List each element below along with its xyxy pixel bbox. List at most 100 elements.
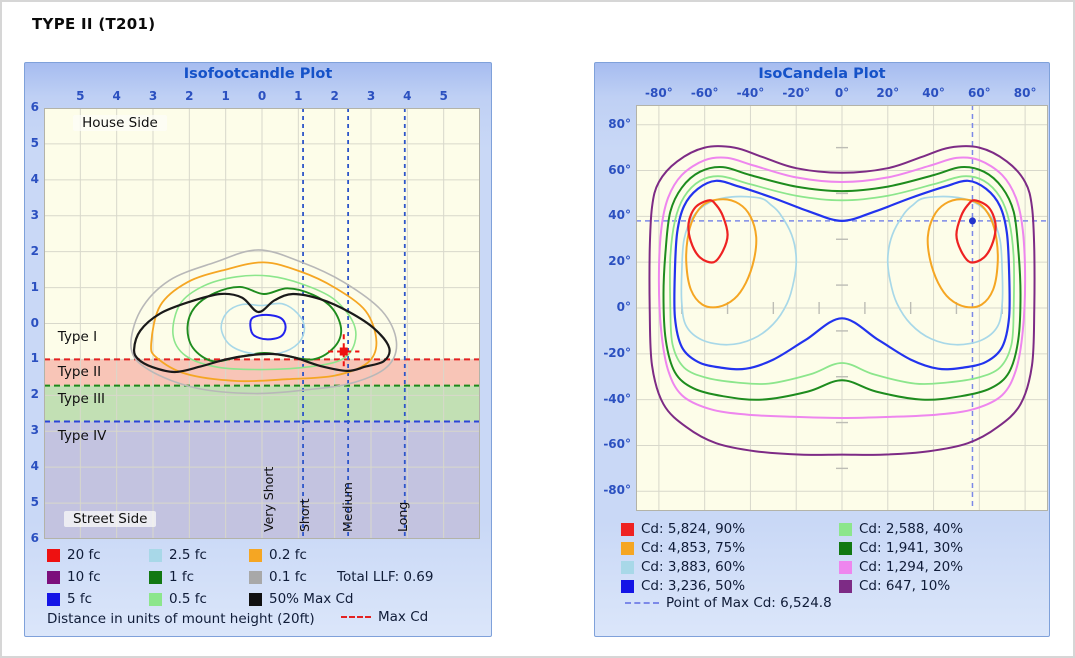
legend-item: 0.2 fc: [249, 547, 307, 563]
legend-swatch: [621, 561, 634, 574]
legend-label: Cd: 1,941, 30%: [859, 540, 963, 556]
y-axis-tick-label: 3: [27, 423, 39, 437]
legend-swatch: [621, 523, 634, 536]
legend-caption: Distance in units of mount height (20ft): [47, 611, 315, 627]
y-axis-tick-label: 2: [27, 387, 39, 401]
x-axis-tick-label: 4: [387, 89, 427, 103]
x-axis-tick-label: 80°: [1005, 86, 1045, 100]
side-label: Street Side: [64, 511, 157, 527]
y-axis-tick-label: 6: [27, 100, 39, 114]
legend-item: 20 fc: [47, 547, 101, 563]
y-axis-tick-label: 40°: [597, 208, 631, 222]
x-axis-tick-label: 1: [206, 89, 246, 103]
point-of-max-cd-dot: [969, 217, 976, 224]
y-axis-tick-label: 1: [27, 351, 39, 365]
legend-item: Cd: 3,236, 50%: [621, 578, 745, 594]
y-axis-tick-label: 80°: [597, 117, 631, 131]
y-axis-tick-label: -20°: [597, 346, 631, 360]
legend-label: Cd: 647, 10%: [859, 578, 950, 594]
isofootcandle-panel: Isofootcandle Plot 543210123456543210123…: [24, 62, 492, 637]
zone-label: Type III: [58, 391, 105, 407]
legend-item: Cd: 2,588, 40%: [839, 521, 963, 537]
total-llf-note: Total LLF: 0.69: [337, 569, 433, 585]
legend-item: 0.1 fc: [249, 569, 307, 585]
x-axis-tick-label: -40°: [730, 86, 770, 100]
x-axis-tick-label: -20°: [776, 86, 816, 100]
y-axis-tick-label: 0: [27, 316, 39, 330]
legend-label: Cd: 5,824, 90%: [641, 521, 745, 537]
throw-distance-label: Medium: [340, 482, 356, 532]
throw-distance-label: Short: [297, 498, 313, 532]
legend-label: 5 fc: [67, 591, 92, 607]
x-axis-tick-label: 60°: [959, 86, 999, 100]
x-axis-tick-label: 0°: [822, 86, 862, 100]
legend-item: Cd: 3,883, 60%: [621, 559, 745, 575]
x-axis-tick-label: 20°: [868, 86, 908, 100]
legend-label: 0.1 fc: [269, 569, 307, 585]
legend-swatch: [839, 580, 852, 593]
y-axis-tick-label: 5: [27, 136, 39, 150]
dashed-line-sample: [625, 602, 659, 604]
y-axis-tick-label: 4: [27, 459, 39, 473]
x-axis-tick-label: -60°: [685, 86, 725, 100]
x-axis-tick-label: 3: [351, 89, 391, 103]
legend-label: Cd: 1,294, 20%: [859, 559, 963, 575]
legend-swatch: [249, 549, 262, 562]
legend-label: 0.5 fc: [169, 591, 207, 607]
y-axis-tick-label: 1: [27, 280, 39, 294]
legend-swatch: [47, 571, 60, 584]
legend-label: Cd: 3,883, 60%: [641, 559, 745, 575]
zone-label: Type I: [58, 329, 97, 345]
y-axis-tick-label: -80°: [597, 483, 631, 497]
legend-swatch: [149, 593, 162, 606]
page-title: TYPE II (T201): [32, 15, 155, 33]
legend-swatch: [839, 542, 852, 555]
dashed-line-sample: [341, 616, 371, 618]
legend-swatch: [621, 580, 634, 593]
x-axis-tick-label: 5: [424, 89, 464, 103]
isocandela-panel: IsoCandela Plot -80° -60° -40° -20° 0° 20° 40°…: [594, 62, 1050, 637]
y-axis-tick-label: -40°: [597, 392, 631, 406]
y-axis-tick-label: 3: [27, 208, 39, 222]
legend-label: Cd: 3,236, 50%: [641, 578, 745, 594]
legend-item: Cd: 5,824, 90%: [621, 521, 745, 537]
legend-swatch: [839, 561, 852, 574]
legend-item: Cd: 1,294, 20%: [839, 559, 963, 575]
legend-swatch: [47, 549, 60, 562]
x-axis-tick-label: 3: [133, 89, 173, 103]
isocandela-svg: [636, 105, 1048, 511]
max-cd-legend: Point of Max Cd: 6,524.8: [625, 595, 832, 611]
legend-item: 2.5 fc: [149, 547, 207, 563]
legend-label: 0.2 fc: [269, 547, 307, 563]
x-axis-tick-label: 1: [278, 89, 318, 103]
legend-item: 50% Max Cd: [249, 591, 354, 607]
legend-label: 10 fc: [67, 569, 101, 585]
legend-swatch: [249, 571, 262, 584]
x-axis-tick-label: 2: [169, 89, 209, 103]
report-page: TYPE II (T201) Isofootcandle Plot 543210…: [0, 0, 1075, 658]
isocandela-plot-title: IsoCandela Plot: [595, 66, 1049, 82]
legend-swatch: [839, 523, 852, 536]
y-axis-tick-label: 4: [27, 172, 39, 186]
zone-label: Type II: [58, 364, 101, 380]
y-axis-tick-label: 2: [27, 244, 39, 258]
legend-swatch: [47, 593, 60, 606]
max-cd-marker: [340, 348, 348, 356]
legend-swatch: [621, 542, 634, 555]
legend-item: 10 fc: [47, 569, 101, 585]
x-axis-tick-label: 40°: [914, 86, 954, 100]
legend-label: Cd: 4,853, 75%: [641, 540, 745, 556]
y-axis-tick-label: 60°: [597, 163, 631, 177]
x-axis-tick-label: 2: [315, 89, 355, 103]
y-axis-tick-label: 6: [27, 531, 39, 545]
legend-item: Cd: 647, 10%: [839, 578, 950, 594]
zone-label: Type IV: [58, 428, 107, 444]
x-axis-tick-label: 5: [60, 89, 100, 103]
max-cd-legend-label: Max Cd: [378, 609, 428, 625]
y-axis-tick-label: 0°: [597, 300, 631, 314]
legend-label: 50% Max Cd: [269, 591, 354, 607]
legend-swatch: [149, 549, 162, 562]
legend-swatch: [249, 593, 262, 606]
legend-label: 20 fc: [67, 547, 101, 563]
y-axis-tick-label: 5: [27, 495, 39, 509]
